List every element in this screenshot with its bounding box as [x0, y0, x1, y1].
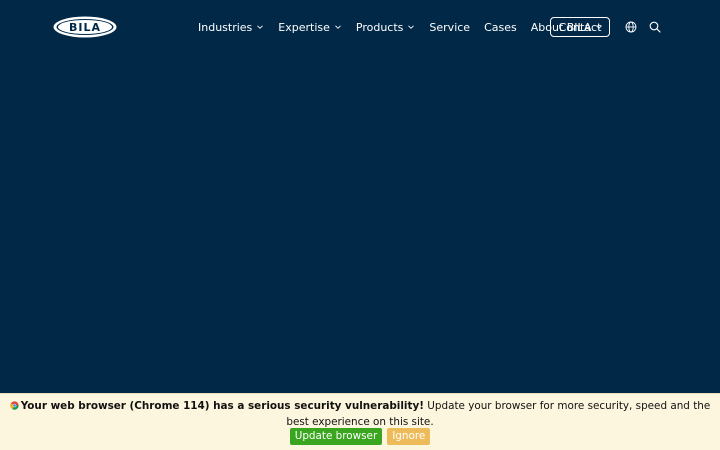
- nav-industries-label: Industries: [198, 20, 253, 34]
- globe-icon[interactable]: [625, 21, 637, 33]
- chevron-down-icon: [335, 25, 341, 29]
- nav-expertise-label: Expertise: [278, 20, 330, 34]
- nav-cases-label: Cases: [484, 20, 517, 34]
- site-header: BILA Industries Expertise Products Servi…: [0, 0, 720, 56]
- banner-buttons: Update browser Ignore: [0, 428, 720, 445]
- bila-logo[interactable]: BILA: [52, 15, 118, 39]
- chevron-down-icon: [408, 25, 415, 29]
- nav-products[interactable]: Products: [356, 21, 416, 34]
- chrome-icon: [10, 401, 19, 410]
- banner-headline: Your web browser (Chrome 114) has a seri…: [20, 400, 424, 412]
- nav-service-label: Service: [429, 20, 471, 34]
- page: BILA Industries Expertise Products Servi…: [0, 0, 720, 450]
- search-icon[interactable]: [649, 21, 661, 33]
- ignore-button[interactable]: Ignore: [387, 428, 431, 445]
- update-browser-button[interactable]: Update browser: [289, 428, 383, 445]
- nav-cases[interactable]: Cases: [484, 21, 517, 34]
- logo-text: BILA: [69, 21, 101, 34]
- nav-service[interactable]: Service: [429, 21, 470, 34]
- contact-button[interactable]: Contact: [550, 17, 610, 37]
- nav-industries[interactable]: Industries: [198, 21, 264, 34]
- nav-expertise[interactable]: Expertise: [278, 21, 342, 34]
- banner-text: Your web browser (Chrome 114) has a seri…: [8, 399, 712, 430]
- nav-products-label: Products: [355, 20, 404, 34]
- chevron-down-icon: [257, 25, 264, 29]
